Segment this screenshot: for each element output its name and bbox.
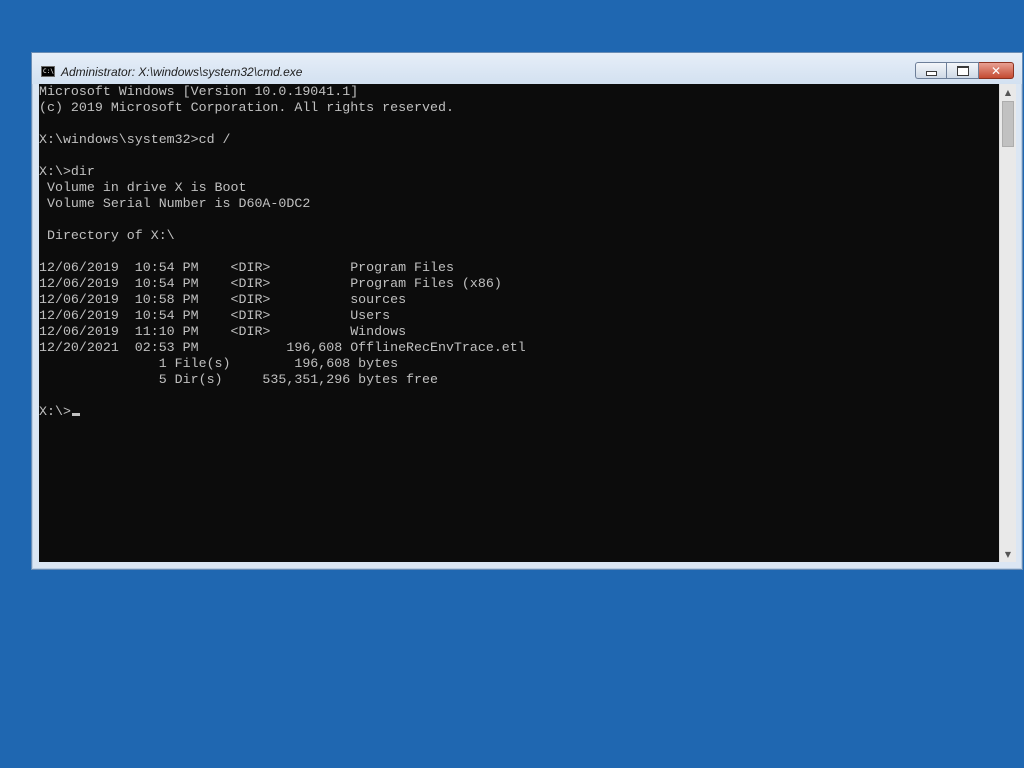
console-text: Microsoft Windows [Version 10.0.19041.1]… xyxy=(39,84,999,420)
console-output[interactable]: Microsoft Windows [Version 10.0.19041.1]… xyxy=(39,84,999,562)
cmd-window[interactable]: C:\ Administrator: X:\windows\system32\c… xyxy=(31,52,1023,570)
title-bar[interactable]: C:\ Administrator: X:\windows\system32\c… xyxy=(32,53,1022,84)
maximize-button[interactable] xyxy=(946,62,979,79)
console-line: 12/20/2021 02:53 PM 196,608 OfflineRecEn… xyxy=(39,340,526,355)
text-cursor xyxy=(71,413,80,416)
caption-buttons: ✕ xyxy=(915,62,1014,81)
scroll-up-arrow-icon[interactable]: ▲ xyxy=(1000,84,1016,100)
console-app-icon[interactable]: C:\ xyxy=(41,66,55,77)
vertical-scrollbar[interactable]: ▲ ▼ xyxy=(999,84,1016,562)
console-line: X:\> xyxy=(39,404,999,420)
console-line: 12/06/2019 10:54 PM <DIR> Program Files xyxy=(39,260,454,275)
close-button[interactable]: ✕ xyxy=(979,62,1014,79)
console-line: Volume in drive X is Boot xyxy=(39,180,247,195)
console-line: 5 Dir(s) 535,351,296 bytes free xyxy=(39,372,438,387)
console-line: 1 File(s) 196,608 bytes xyxy=(39,356,399,371)
close-icon: ✕ xyxy=(990,63,1002,78)
console-line: 12/06/2019 11:10 PM <DIR> Windows xyxy=(39,324,407,339)
console-line: 12/06/2019 10:54 PM <DIR> Program Files … xyxy=(39,276,502,291)
console-line: (c) 2019 Microsoft Corporation. All righ… xyxy=(39,100,454,115)
scrollbar-thumb[interactable] xyxy=(1002,101,1014,147)
restore-icon xyxy=(956,65,969,76)
window-title: Administrator: X:\windows\system32\cmd.e… xyxy=(61,65,303,79)
console-line: Volume Serial Number is D60A-0DC2 xyxy=(39,196,311,211)
minimize-button[interactable] xyxy=(915,62,946,79)
console-line: X:\>dir xyxy=(39,164,95,179)
console-line: 12/06/2019 10:54 PM <DIR> Users xyxy=(39,308,391,323)
console-line: Directory of X:\ xyxy=(39,228,175,243)
scroll-down-arrow-icon[interactable]: ▼ xyxy=(1000,546,1016,562)
console-line: Microsoft Windows [Version 10.0.19041.1] xyxy=(39,84,359,99)
console-line: 12/06/2019 10:58 PM <DIR> sources xyxy=(39,292,407,307)
console-line: X:\windows\system32>cd / xyxy=(39,132,231,147)
minimize-icon xyxy=(925,71,937,76)
